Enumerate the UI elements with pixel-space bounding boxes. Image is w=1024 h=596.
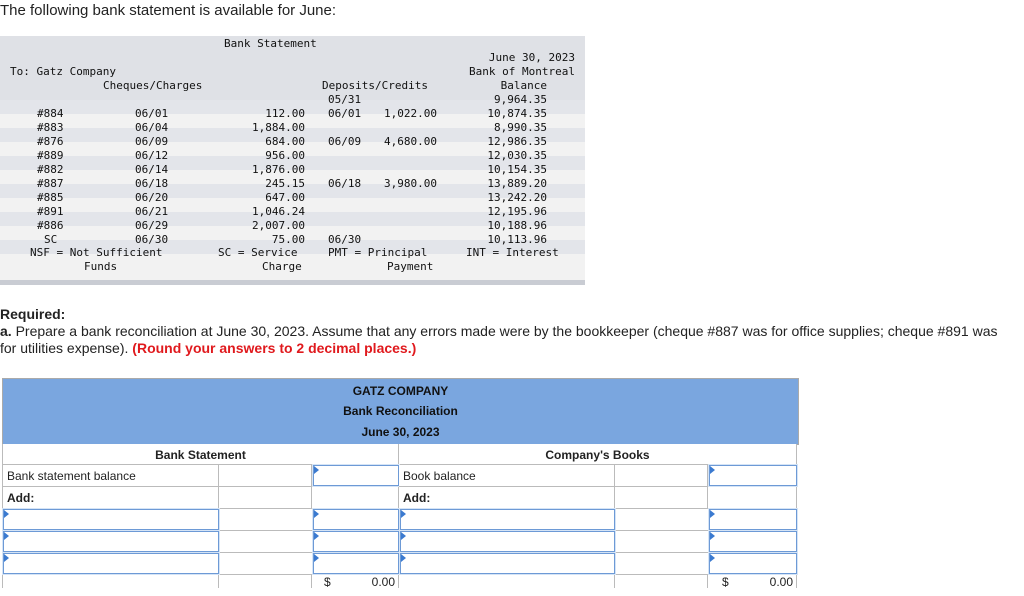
statement-title: Bank Statement <box>224 37 317 50</box>
intro-text: The following bank statement is availabl… <box>0 2 337 19</box>
books-subtotal-currency: $ <box>722 575 729 589</box>
books-subtotal-cell: $ 0.00 <box>708 575 797 589</box>
legend-int: INT = Interest <box>466 246 559 259</box>
cheques-column-header: Cheques/Charges <box>103 79 203 92</box>
bank-add-amount-input[interactable] <box>312 508 400 531</box>
required-text: a. Prepare a bank reconciliation at June… <box>0 323 1010 357</box>
bank-subtotal-cell: $ 0.00 <box>312 575 399 589</box>
bank-add-amount-input[interactable] <box>312 530 400 553</box>
deposits-column-header: Deposits/Credits <box>322 79 428 92</box>
bank-balance-label: Bank statement balance <box>2 465 219 487</box>
company-name: GATZ COMPANY <box>2 378 799 401</box>
bank-name: Bank of Montreal <box>469 65 575 78</box>
part-label: a. <box>0 323 12 339</box>
legend-pmt: PMT = Principal <box>328 246 428 259</box>
required-heading: Required: <box>0 306 66 322</box>
statement-date: June 30, 2023 <box>488 51 575 64</box>
bank-statement: Bank Statement June 30, 2023 To: Gatz Co… <box>0 36 585 285</box>
reconciliation-table: GATZ COMPANY Bank Reconciliation June 30… <box>2 378 799 589</box>
add-label-books: Add: <box>399 487 615 509</box>
bank-balance-input[interactable] <box>312 464 400 487</box>
books-add-item-select[interactable] <box>399 552 616 575</box>
book-balance-label: Book balance <box>399 465 615 487</box>
bank-add-item-select[interactable] <box>2 552 220 575</box>
legend-nsf-cont: Funds <box>84 260 118 273</box>
books-subtotal-value: 0.00 <box>769 575 793 589</box>
bank-add-item-select[interactable] <box>2 508 220 531</box>
company-books-header: Company's Books <box>399 444 797 465</box>
book-balance-input[interactable] <box>708 464 798 487</box>
books-add-amount-input[interactable] <box>708 508 798 531</box>
legend-sc-cont: Charge <box>262 260 302 273</box>
books-add-item-select[interactable] <box>399 530 616 553</box>
bank-subtotal-currency: $ <box>324 575 331 589</box>
balance-column-header: Balance <box>500 79 547 92</box>
books-add-item-select[interactable] <box>399 508 616 531</box>
books-add-amount-input[interactable] <box>708 530 798 553</box>
reconciliation-title: Bank Reconciliation <box>2 400 799 422</box>
legend-nsf: NSF = Not Sufficient <box>30 246 163 259</box>
opening-date: 05/31 <box>328 93 362 106</box>
bank-add-item-select[interactable] <box>2 530 220 553</box>
add-label-bank: Add: <box>2 487 219 509</box>
rounding-instruction: (Round your answers to 2 decimal places.… <box>132 340 417 356</box>
opening-balance: 9,964.35 <box>494 93 547 106</box>
bank-subtotal-value: 0.00 <box>371 575 395 589</box>
bank-add-amount-input[interactable] <box>312 552 400 575</box>
bank-statement-header: Bank Statement <box>2 444 399 465</box>
legend-pmt-cont: Payment <box>387 260 434 273</box>
statement-to: To: Gatz Company <box>10 65 116 78</box>
reconciliation-date: June 30, 2023 <box>2 422 799 445</box>
legend-sc: SC = Service <box>218 246 298 259</box>
books-add-amount-input[interactable] <box>708 552 798 575</box>
